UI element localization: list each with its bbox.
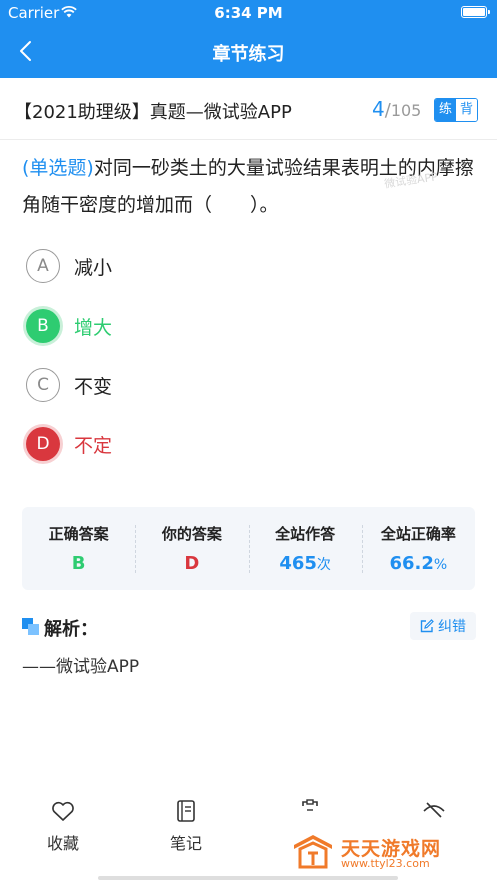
correct-answer-label: 正确答案: [48, 525, 109, 543]
report-error-button[interactable]: 纠错: [410, 612, 476, 640]
your-answer-value: D: [184, 553, 200, 574]
mode-toggle: 练 背: [434, 98, 478, 122]
accuracy-label: 全站正确率: [380, 525, 456, 543]
option-b[interactable]: B 增大: [26, 308, 112, 344]
stat-accuracy: 全站正确率 66.2%: [361, 507, 475, 590]
recite-mode-button[interactable]: 背: [456, 99, 477, 121]
stat-attempts: 全站作答 465次: [248, 507, 362, 590]
nav-bar: 章节练习: [0, 26, 497, 78]
total-question-count: 105: [390, 101, 422, 120]
correct-answer-value: B: [71, 553, 86, 574]
tab-hide-answer[interactable]: [389, 798, 479, 830]
home-indicator: [98, 876, 398, 880]
stat-correct-answer: 正确答案 B: [22, 507, 135, 590]
attempts-label: 全站作答: [275, 525, 336, 543]
option-c-letter: C: [26, 368, 60, 402]
current-question-number: 4: [372, 97, 385, 121]
option-a-text: 减小: [74, 256, 113, 279]
tab-notes[interactable]: 笔记: [141, 798, 231, 854]
notebook-icon: [177, 800, 195, 822]
heart-icon: [52, 801, 74, 821]
question-type-label: (单选题): [22, 157, 94, 179]
option-d-letter: D: [26, 427, 60, 461]
attempts-value: 465次: [249, 553, 362, 574]
eye-slash-icon: [423, 802, 445, 818]
clock: 6:34 PM: [214, 4, 283, 22]
attempts-unit: 次: [316, 557, 331, 573]
accuracy-number: 66.2: [389, 553, 434, 574]
option-b-letter: B: [26, 309, 60, 343]
site-watermark-url: www.ttyl23.com: [341, 857, 430, 870]
card-icon: [302, 799, 318, 811]
your-answer-label: 你的答案: [161, 525, 222, 543]
tab-favorite-label: 收藏: [46, 834, 79, 853]
option-d-text: 不定: [74, 434, 113, 457]
accuracy-unit: %: [433, 557, 448, 573]
edit-icon: [420, 619, 434, 633]
battery-icon: [461, 6, 490, 18]
page-title: 章节练习: [212, 44, 285, 65]
question-counter: 4/105: [372, 97, 421, 121]
option-c[interactable]: C 不变: [26, 367, 112, 403]
analysis-icon: [22, 618, 39, 635]
exam-title: 【2021助理级】真题—微试验APP: [14, 102, 292, 123]
status-bar: Carrier 6:34 PM: [0, 0, 497, 26]
accuracy-value: 66.2%: [362, 553, 475, 574]
stat-your-answer: 你的答案 D: [135, 507, 248, 590]
option-a[interactable]: A 减小: [26, 248, 112, 284]
option-b-text: 增大: [74, 316, 113, 339]
tab-notes-label: 笔记: [169, 834, 202, 853]
site-logo-icon: [294, 835, 332, 869]
attempts-number: 465: [279, 553, 317, 574]
practice-mode-button[interactable]: 练: [435, 99, 456, 121]
option-a-letter: A: [26, 249, 60, 283]
analysis-content: ——微试验APP: [22, 657, 140, 677]
tab-favorite[interactable]: 收藏: [18, 798, 108, 854]
answer-stats-panel: 正确答案 B 你的答案 D 全站作答 465次 全站正确率 66.2%: [22, 507, 475, 590]
option-c-text: 不变: [74, 375, 113, 398]
tab-answer-card[interactable]: [265, 798, 355, 830]
analysis-title: 解析：: [44, 619, 98, 640]
option-d[interactable]: D 不定: [26, 426, 112, 462]
report-error-label: 纠错: [438, 619, 466, 635]
question-header: 【2021助理级】真题—微试验APP 4/105: [0, 78, 497, 140]
